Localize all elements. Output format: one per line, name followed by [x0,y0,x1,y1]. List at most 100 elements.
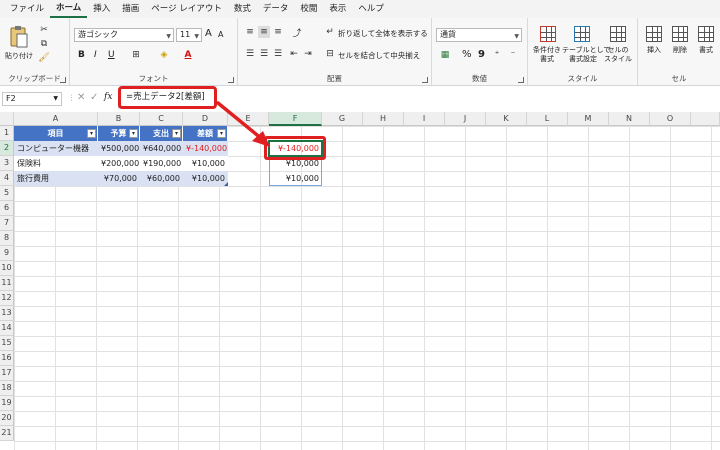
menu-file[interactable]: ファイル [4,0,50,18]
row-header[interactable]: 4 [0,171,14,186]
table-resize-handle[interactable] [224,182,228,186]
align-center-icon[interactable]: ☰ [258,48,270,60]
table-cell[interactable]: ¥640,000 [140,141,183,156]
row-header[interactable]: 7 [0,216,14,231]
wrap-text-button[interactable]: 折り返して全体を表示する [338,28,428,39]
format-cells-button[interactable]: 書式 [692,46,720,55]
merge-center-button[interactable]: セルを結合して中央揃え [338,50,420,61]
table-cell[interactable]: 旅行費用 [14,171,98,186]
row-header[interactable]: 20 [0,411,14,426]
row-header[interactable]: 10 [0,261,14,276]
table-cell[interactable]: ¥60,000 [140,171,183,186]
more-icon[interactable]: ⋮ [68,93,76,102]
clipboard-launcher[interactable] [60,77,66,83]
table-cell[interactable]: ¥70,000 [98,171,140,186]
font-grow-button[interactable]: A [205,28,212,39]
filter-dropdown-icon[interactable]: ▾ [87,129,96,138]
row-header[interactable]: 14 [0,321,14,336]
bold-button[interactable]: B [78,50,85,60]
delete-cells-icon[interactable] [672,26,688,42]
table-cell[interactable]: 保険料 [14,156,98,171]
filter-dropdown-icon[interactable]: ▾ [129,129,138,138]
col-header-c[interactable]: C [140,112,183,126]
table-cell[interactable]: ¥10,000 [183,171,228,186]
currency-icon[interactable]: ▦ [438,49,452,61]
menu-review[interactable]: 校閲 [294,0,323,18]
menu-page-layout[interactable]: ページ レイアウト [145,0,228,18]
number-format-select[interactable]: 通貨 ▼ [436,28,522,42]
delete-cells-button[interactable]: 削除 [666,46,694,55]
borders-icon[interactable]: ⊞ [130,49,142,61]
table-cell[interactable]: コンピューター機器 [14,141,98,156]
spill-cell[interactable]: ¥10,000 [269,171,322,186]
insert-function-button[interactable]: fx [104,92,112,102]
row-header[interactable]: 11 [0,276,14,291]
col-header-k[interactable]: K [486,112,527,126]
menu-insert[interactable]: 挿入 [87,0,116,18]
row-header[interactable]: 1 [0,126,14,141]
underline-button[interactable]: U [108,50,115,60]
select-all-corner[interactable] [0,112,14,126]
row-header[interactable]: 9 [0,246,14,261]
font-launcher[interactable] [228,77,234,83]
insert-cells-icon[interactable] [646,26,662,42]
menu-data[interactable]: データ [257,0,295,18]
indent-decrease-icon[interactable]: ⇤ [288,48,300,60]
cell-styles-button[interactable]: セルの スタイル [602,46,634,64]
italic-button[interactable]: I [94,50,97,60]
menu-formulas[interactable]: 数式 [228,0,257,18]
row-header[interactable]: 12 [0,291,14,306]
wrap-text-icon[interactable]: ↵ [324,26,336,38]
insert-cells-button[interactable]: 挿入 [640,46,668,55]
row-header[interactable]: 3 [0,156,14,171]
col-header-h[interactable]: H [363,112,404,126]
font-size-select[interactable]: 11 ▼ [176,28,202,42]
cancel-icon[interactable]: ✕ [77,92,85,103]
font-shrink-button[interactable]: A [218,30,223,39]
table-cell[interactable]: ¥10,000 [183,156,228,171]
align-bottom-icon[interactable]: ≡ [272,26,284,38]
paste-button[interactable]: 貼り付け [4,52,34,61]
cell-styles-icon[interactable] [610,26,626,42]
format-as-table-icon[interactable] [574,26,590,42]
row-header[interactable]: 21 [0,426,14,441]
row-header[interactable]: 17 [0,366,14,381]
col-header-blank[interactable] [691,112,720,126]
col-header-n[interactable]: N [609,112,650,126]
align-top-icon[interactable]: ≡ [244,26,256,38]
decrease-decimal-icon[interactable]: ⁻ [506,49,520,61]
table-header-item[interactable]: 項目 [14,126,98,141]
col-header-b[interactable]: B [98,112,140,126]
row-header[interactable]: 6 [0,201,14,216]
row-header[interactable]: 5 [0,186,14,201]
number-launcher[interactable] [518,77,524,83]
font-name-select[interactable]: 游ゴシック ▼ [74,28,174,42]
format-painter-icon[interactable]: 🖌 [38,52,50,64]
row-header[interactable]: 16 [0,351,14,366]
alignment-launcher[interactable] [422,77,428,83]
col-header-m[interactable]: M [568,112,609,126]
align-right-icon[interactable]: ☰ [272,48,284,60]
row-header[interactable]: 18 [0,381,14,396]
align-middle-icon[interactable]: ≡ [258,26,270,38]
copy-icon[interactable]: ⧉ [38,38,50,50]
table-cell[interactable]: ¥200,000 [98,156,140,171]
col-header-l[interactable]: L [527,112,568,126]
conditional-format-button[interactable]: 条件付き 書式 [528,46,566,64]
filter-dropdown-icon[interactable]: ▾ [172,129,181,138]
row-header[interactable]: 8 [0,231,14,246]
col-header-g[interactable]: G [322,112,363,126]
font-color-icon[interactable]: A [182,49,194,61]
menu-home[interactable]: ホーム [50,1,88,18]
cut-icon[interactable]: ✂ [38,24,50,36]
table-cell[interactable]: ¥190,000 [140,156,183,171]
row-header[interactable]: 2 [0,141,14,156]
col-header-a[interactable]: A [14,112,98,126]
align-left-icon[interactable]: ☰ [244,48,256,60]
col-header-i[interactable]: I [404,112,445,126]
comma-button[interactable]: 9 [478,49,485,60]
row-header[interactable]: 15 [0,336,14,351]
percent-button[interactable]: % [462,49,472,60]
row-header[interactable]: 19 [0,396,14,411]
name-box[interactable]: F2 ▼ [2,92,62,106]
